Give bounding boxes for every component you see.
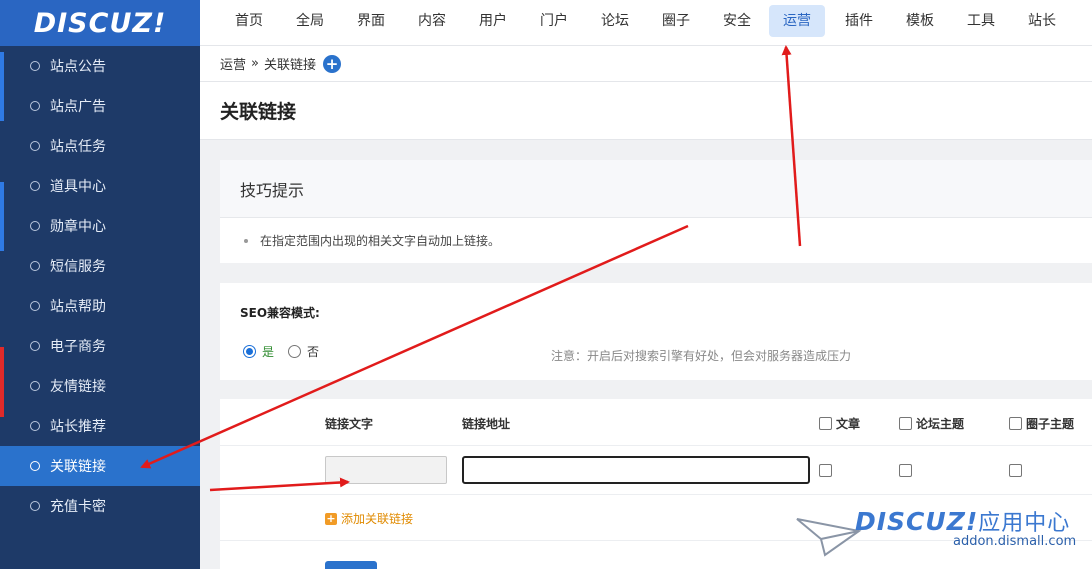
sidebar-item-related-links[interactable]: 关联链接 — [0, 446, 200, 486]
group-thread-select-all-checkbox[interactable] — [1009, 417, 1022, 430]
sidebar: DISCUZ! 站点公告 站点广告 站点任务 道具中心 勋章中心 短信服务 站点… — [0, 0, 200, 569]
header-group-thread: 圈子主题 — [1009, 415, 1074, 432]
circle-bullet-icon — [30, 141, 40, 151]
sidebar-item-friend-links[interactable]: 友情链接 — [0, 366, 200, 406]
circle-bullet-icon — [30, 501, 40, 511]
tips-item: 在指定范围内出现的相关文字自动加上链接。 — [220, 218, 1092, 263]
seo-panel: SEO兼容模式: 是 否 注意：开启后对搜索引擎有好处，但会对服务器造成压力 — [220, 283, 1092, 380]
link-url-input[interactable] — [462, 456, 810, 484]
sidebar-item-tasks[interactable]: 站点任务 — [0, 126, 200, 166]
divider — [220, 494, 1092, 495]
tips-panel: 技巧提示 在指定范围内出现的相关文字自动加上链接。 — [220, 160, 1092, 263]
row-forum-thread-checkbox[interactable] — [899, 464, 912, 477]
sidebar-item-label: 道具中心 — [50, 179, 106, 195]
nav-tab-safe[interactable]: 安全 — [713, 5, 761, 37]
submit-button[interactable] — [325, 561, 377, 569]
nav-tab-user[interactable]: 用户 — [469, 5, 517, 37]
sidebar-item-label: 站长推荐 — [50, 419, 106, 435]
sidebar-item-label: 电子商务 — [50, 339, 106, 355]
sidebar-item-label: 勋章中心 — [50, 219, 106, 235]
nav-tab-global[interactable]: 全局 — [286, 5, 334, 37]
circle-bullet-icon — [30, 421, 40, 431]
sidebar-item-label: 站点广告 — [50, 99, 106, 115]
circle-bullet-icon — [30, 461, 40, 471]
page-title-bar: 关联链接 — [200, 82, 1092, 140]
watermark-brand: DISCUZ!应用中心 — [855, 507, 1071, 536]
link-text-input[interactable] — [325, 456, 447, 484]
nav-tab-home[interactable]: 首页 — [225, 5, 273, 37]
sidebar-item-label: 站点任务 — [50, 139, 106, 155]
sidebar-item-label: 关联链接 — [50, 459, 106, 475]
add-related-link-label: 添加关联链接 — [341, 512, 414, 526]
nav-tab-forum[interactable]: 论坛 — [591, 5, 639, 37]
header-article: 文章 — [819, 415, 860, 432]
breadcrumb-current: 关联链接 — [263, 58, 316, 73]
nav-tab-tools[interactable]: 工具 — [957, 5, 1005, 37]
divider — [220, 445, 1092, 446]
nav-tab-style[interactable]: 界面 — [347, 5, 395, 37]
discuz-logo[interactable]: DISCUZ! — [0, 0, 200, 46]
sidebar-item-label: 友情链接 — [50, 379, 106, 395]
top-nav: 首页 全局 界面 内容 用户 门户 论坛 圈子 安全 运营 插件 模板 工具 站… — [200, 0, 1092, 46]
plus-square-icon: + — [325, 511, 337, 525]
header-forum-thread: 论坛主题 — [899, 415, 964, 432]
tips-text: 在指定范围内出现的相关文字自动加上链接。 — [260, 234, 501, 248]
sidebar-item-ads[interactable]: 站点广告 — [0, 86, 200, 126]
sidebar-item-label: 短信服务 — [50, 259, 106, 275]
seo-no-label[interactable]: 否 — [307, 343, 319, 360]
watermark: DISCUZ!应用中心 addon.dismall.com — [795, 503, 1085, 563]
row-article-checkbox[interactable] — [819, 464, 832, 477]
circle-bullet-icon — [30, 381, 40, 391]
seo-yes-label[interactable]: 是 — [262, 343, 274, 360]
seo-mode-options: 是 否 — [243, 343, 319, 360]
nav-tab-portal[interactable]: 门户 — [530, 5, 578, 37]
article-select-all-checkbox[interactable] — [819, 417, 832, 430]
sidebar-item-label: 站点帮助 — [50, 299, 106, 315]
row-group-thread-checkbox[interactable] — [1009, 464, 1022, 477]
circle-bullet-icon — [30, 101, 40, 111]
tips-title: 技巧提示 — [220, 160, 1092, 218]
sidebar-item-ecommerce[interactable]: 电子商务 — [0, 326, 200, 366]
page-title: 关联链接 — [220, 101, 297, 123]
sidebar-item-sms[interactable]: 短信服务 — [0, 246, 200, 286]
sidebar-item-magic[interactable]: 道具中心 — [0, 166, 200, 206]
circle-bullet-icon — [30, 181, 40, 191]
header-link-url: 链接地址 — [462, 417, 511, 431]
sidebar-item-recommend[interactable]: 站长推荐 — [0, 406, 200, 446]
sidebar-item-help[interactable]: 站点帮助 — [0, 286, 200, 326]
seo-no-radio[interactable] — [288, 345, 302, 358]
header-article-label: 文章 — [836, 417, 861, 431]
sidebar-item-cardpass[interactable]: 充值卡密 — [0, 486, 200, 526]
sidebar-item-label: 站点公告 — [50, 59, 106, 75]
seo-yes-radio[interactable] — [243, 345, 256, 358]
plus-circle-icon[interactable]: + — [323, 54, 341, 73]
circle-bullet-icon — [30, 221, 40, 231]
sidebar-item-medals[interactable]: 勋章中心 — [0, 206, 200, 246]
nav-tab-template[interactable]: 模板 — [896, 5, 944, 37]
breadcrumb-separator: » — [251, 56, 259, 71]
breadcrumb-parent[interactable]: 运营 — [220, 54, 246, 73]
seo-note: 注意：开启后对搜索引擎有好处，但会对服务器造成压力 — [551, 349, 852, 363]
nav-tab-group[interactable]: 圈子 — [652, 5, 700, 37]
seo-mode-label: SEO兼容模式: — [240, 306, 320, 320]
add-related-link-button[interactable]: + 添加关联链接 — [325, 510, 413, 527]
header-link-text: 链接文字 — [325, 417, 374, 431]
nav-tab-founder[interactable]: 站长 — [1018, 5, 1066, 37]
breadcrumb: 运营 » 关联链接 + — [200, 46, 1092, 82]
circle-bullet-icon — [30, 301, 40, 311]
sidebar-menu: 站点公告 站点广告 站点任务 道具中心 勋章中心 短信服务 站点帮助 电子商务 … — [0, 46, 200, 526]
watermark-domain: addon.dismall.com — [953, 534, 1077, 549]
nav-tab-plugin[interactable]: 插件 — [835, 5, 883, 37]
sidebar-item-announcement[interactable]: 站点公告 — [0, 46, 200, 86]
circle-bullet-icon — [30, 261, 40, 271]
nav-tab-content[interactable]: 内容 — [408, 5, 456, 37]
sidebar-item-label: 充值卡密 — [50, 499, 106, 515]
forum-thread-select-all-checkbox[interactable] — [899, 417, 912, 430]
circle-bullet-icon — [30, 61, 40, 71]
circle-bullet-icon — [30, 341, 40, 351]
nav-tab-operation[interactable]: 运营 — [769, 5, 825, 37]
bullet-icon — [244, 238, 248, 243]
header-group-thread-label: 圈子主题 — [1026, 417, 1075, 431]
header-forum-thread-label: 论坛主题 — [916, 417, 965, 431]
